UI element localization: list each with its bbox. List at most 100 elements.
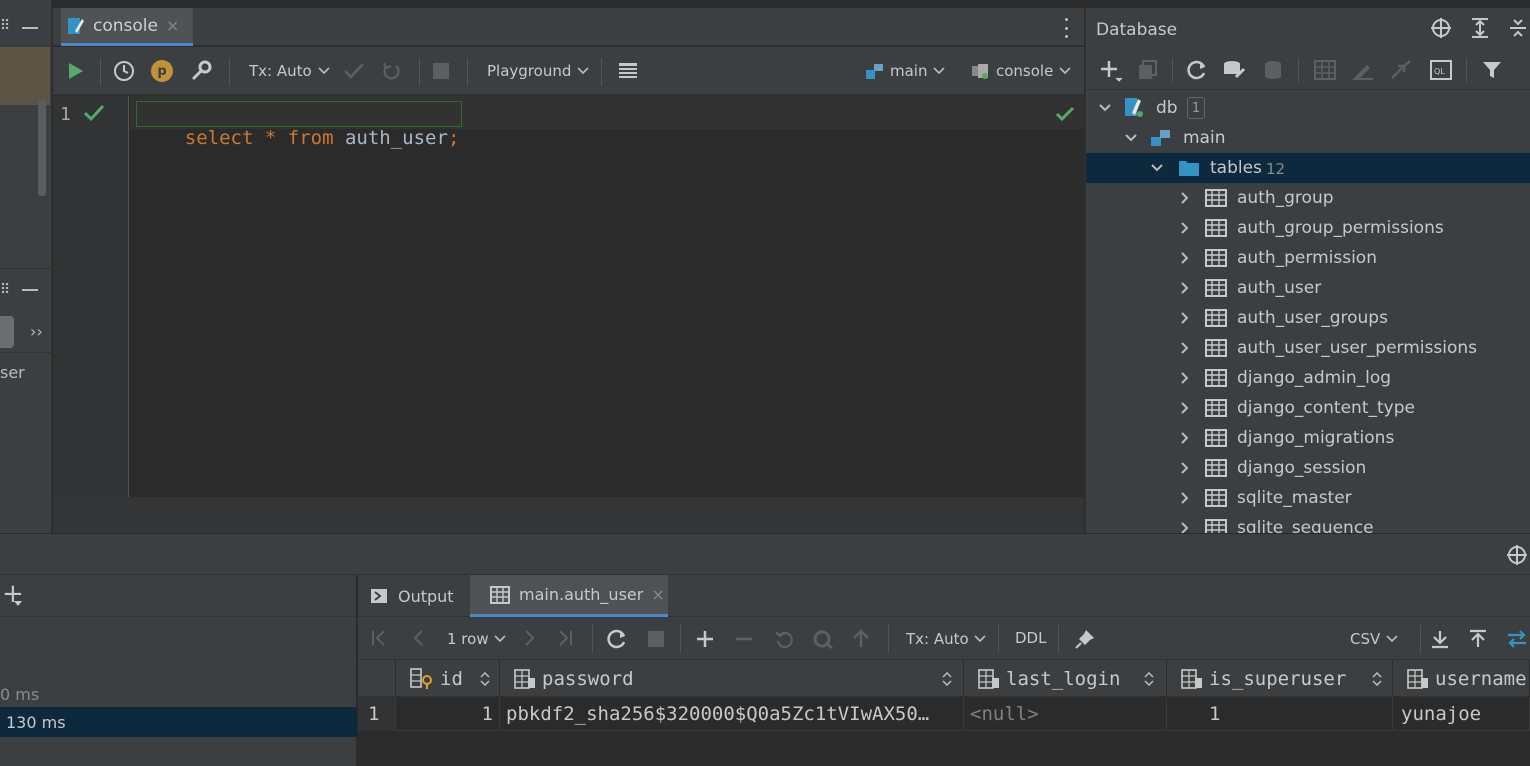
column-header-password[interactable]: password [500, 660, 964, 697]
sort-icon[interactable] [1144, 672, 1154, 686]
prev-page-icon[interactable] [410, 629, 428, 647]
sql-editor[interactable]: 1 select * from auth_user; [53, 96, 1084, 497]
tree-node-db[interactable]: db 1 [1086, 93, 1530, 123]
chevron-down-icon[interactable] [1098, 101, 1112, 115]
add-icon[interactable] [1100, 59, 1124, 83]
sql-statement[interactable]: select * from auth_user; [136, 101, 463, 149]
tx-mode-dropdown[interactable]: Tx: Auto [906, 617, 986, 660]
tree-node-table[interactable]: auth_group [1086, 183, 1530, 213]
row-number[interactable]: 1 [358, 697, 396, 731]
column-header-username[interactable]: username [1393, 660, 1530, 697]
chevron-right-icon[interactable] [1178, 401, 1192, 415]
rollback-button[interactable] [381, 47, 401, 95]
chevron-right-icon[interactable] [1178, 251, 1192, 265]
settings-button[interactable] [190, 47, 212, 95]
chevron-right-icon[interactable] [1178, 341, 1192, 355]
tree-node-schema-main[interactable]: main [1086, 123, 1530, 153]
left-selected-item[interactable] [0, 47, 50, 105]
expand-chevrons[interactable]: ›› [30, 322, 43, 341]
layout-button[interactable] [618, 47, 638, 95]
tree-node-table[interactable]: auth_user [1086, 273, 1530, 303]
next-page-icon[interactable] [520, 629, 538, 647]
last-page-icon[interactable] [556, 629, 574, 647]
preview-changes-icon[interactable] [812, 629, 834, 649]
execute-button[interactable] [65, 47, 85, 95]
schema-dropdown[interactable]: main [865, 47, 946, 95]
tree-node-table[interactable]: auth_user_groups [1086, 303, 1530, 333]
pin-icon[interactable] [1074, 628, 1096, 650]
add-row-icon[interactable] [695, 629, 715, 649]
chevron-right-icon[interactable] [1178, 281, 1192, 295]
stop-button[interactable] [433, 47, 449, 95]
chevron-right-icon[interactable] [1178, 461, 1192, 475]
chevron-right-icon[interactable] [1178, 371, 1192, 385]
execution-time-1[interactable]: 0 ms [0, 685, 39, 704]
chevron-right-icon[interactable] [1178, 221, 1192, 235]
cell-username[interactable]: yunajoe [1393, 697, 1530, 731]
row-count-dropdown[interactable]: 1 row [447, 617, 506, 660]
chevron-down-icon[interactable] [1150, 161, 1164, 175]
tree-node-table[interactable]: auth_group_permissions [1086, 213, 1530, 243]
table-view-icon[interactable] [1314, 60, 1336, 80]
parameters-button[interactable]: p [151, 47, 173, 95]
tab-console[interactable]: console × [61, 8, 193, 46]
refresh-icon[interactable] [606, 628, 628, 650]
locate-icon[interactable] [1430, 17, 1452, 39]
session-dropdown[interactable]: console [971, 47, 1071, 95]
ddl-button[interactable]: DDL [1015, 629, 1046, 647]
tree-node-table[interactable]: django_admin_log [1086, 363, 1530, 393]
tab-close-icon[interactable]: × [166, 16, 179, 35]
sort-icon[interactable] [480, 672, 490, 686]
sort-icon[interactable] [1372, 672, 1382, 686]
tree-node-table[interactable]: auth_permission [1086, 243, 1530, 273]
refresh-icon[interactable] [1186, 59, 1208, 81]
history-button[interactable] [113, 47, 135, 95]
compare-icon[interactable] [1506, 629, 1528, 649]
left-user-fragment[interactable]: ser [0, 363, 25, 382]
download-icon[interactable] [1430, 629, 1450, 649]
chevron-right-icon[interactable] [1178, 431, 1192, 445]
tree-node-table[interactable]: django_session [1086, 453, 1530, 483]
minimize-icon-2[interactable] [22, 289, 38, 291]
column-header-last-login[interactable]: last_login [964, 660, 1167, 697]
schema-sync-icon[interactable] [1222, 59, 1246, 81]
stop-icon[interactable] [648, 631, 664, 647]
revert-icon[interactable] [774, 629, 794, 649]
run-arrow-button[interactable] [0, 316, 14, 348]
chevron-right-icon[interactable] [1178, 491, 1192, 505]
cell-is-superuser[interactable]: 1 [1167, 697, 1393, 731]
commit-button[interactable] [343, 47, 365, 95]
cell-password[interactable]: pbkdf2_sha256$320000$Q0a5Zc1tVIwAX50… [500, 697, 964, 731]
minimize-icon[interactable] [22, 27, 38, 29]
table-row[interactable]: 1 1 pbkdf2_sha256$320000$Q0a5Zc1tVIwAX50… <… [358, 697, 1530, 731]
expand-all-icon[interactable] [1470, 17, 1490, 39]
query-console-icon[interactable]: QL [1430, 60, 1452, 80]
column-header-is-superuser[interactable]: is_superuser [1167, 660, 1393, 697]
more-options-icon[interactable] [1059, 18, 1073, 38]
settings-dots-icon[interactable]: ⠿ [0, 18, 10, 34]
execution-row-selected[interactable]: 130 ms [0, 707, 357, 737]
upload-icon[interactable] [1468, 629, 1488, 649]
playground-dropdown[interactable]: Playground [487, 47, 589, 95]
tree-node-table[interactable]: sqlite_master [1086, 483, 1530, 513]
data-source-icon[interactable] [1262, 59, 1284, 81]
tree-node-tables[interactable]: tables 12 [1086, 153, 1530, 183]
tree-node-table[interactable]: django_content_type [1086, 393, 1530, 423]
tab-output[interactable]: Output [370, 575, 454, 617]
sort-icon[interactable] [942, 672, 952, 686]
chevron-right-icon[interactable] [1178, 311, 1192, 325]
cell-id[interactable]: 1 [396, 697, 500, 731]
chevron-down-icon[interactable] [1124, 131, 1138, 145]
inspection-ok-icon[interactable] [1055, 106, 1075, 122]
column-header-id[interactable]: id [396, 660, 500, 697]
first-page-icon[interactable] [370, 629, 388, 647]
left-scrollbar[interactable] [38, 100, 46, 196]
tab-auth-user[interactable]: main.auth_user × [470, 575, 668, 617]
tab-close-icon[interactable]: × [651, 585, 664, 604]
cell-last-login[interactable]: <null> [964, 697, 1167, 731]
chevron-right-icon[interactable] [1178, 191, 1192, 205]
settings-dots-icon-2[interactable]: ⠿ [0, 282, 10, 298]
export-format-dropdown[interactable]: CSV [1350, 617, 1398, 660]
collapse-all-icon[interactable] [1508, 17, 1528, 39]
tree-node-table[interactable]: django_migrations [1086, 423, 1530, 453]
